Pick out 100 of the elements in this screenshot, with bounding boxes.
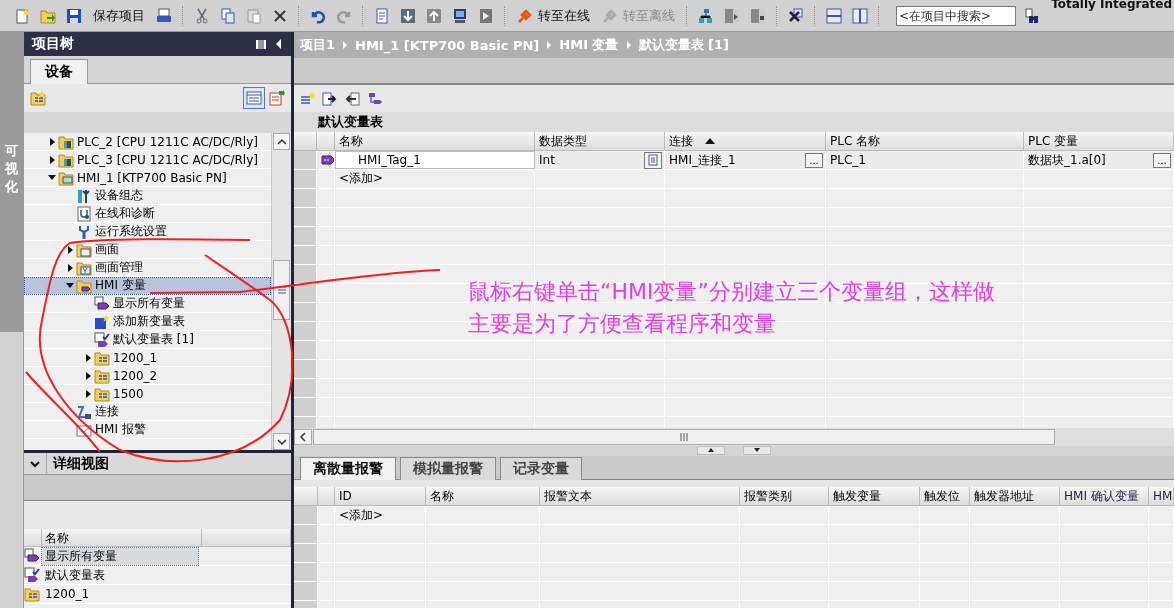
tree-item[interactable]: 运行系统设置 (24, 223, 271, 241)
tag-folder-icon (76, 277, 92, 294)
monitor-icon[interactable] (452, 7, 468, 24)
import-icon[interactable] (344, 90, 360, 107)
column-header[interactable]: 触发位 (924, 487, 960, 505)
upload-icon[interactable] (426, 7, 442, 24)
tree-item-label: PLC_2 [CPU 1211C AC/DC/Rly] (77, 134, 258, 149)
panel-title: 详细视图 (53, 454, 109, 473)
name-field[interactable]: HMI_Tag_1 (335, 151, 535, 169)
panel-play-icon[interactable] (724, 7, 740, 24)
tree-item[interactable]: 在线和诊断 (24, 205, 271, 223)
go-online-button[interactable]: 转至在线 (514, 4, 593, 27)
tree-item[interactable]: 画面 (24, 241, 271, 259)
tree-item[interactable]: 1500 (24, 385, 271, 403)
list-button[interactable] (644, 151, 662, 169)
list-item[interactable]: 1200_1 (42, 585, 93, 603)
panel-stop-icon[interactable] (750, 7, 766, 24)
new-document-icon[interactable] (14, 7, 30, 24)
tab[interactable]: 记录变量 (500, 457, 582, 480)
column-header[interactable]: ID (339, 489, 352, 503)
download-icon[interactable] (400, 7, 416, 24)
tree-item-label: 画面管理 (95, 259, 143, 276)
column-header[interactable]: HM (1153, 489, 1173, 503)
search-field[interactable]: <在项目中搜索> (896, 5, 1016, 26)
tree-item[interactable]: 默认变量表 [1] (24, 331, 271, 349)
simulation-icon[interactable] (478, 7, 494, 24)
tree-item[interactable]: HMI_1 [KTP700 Basic PN] (24, 169, 271, 187)
panel-layout-icon[interactable] (255, 38, 267, 50)
column-header[interactable]: 名称 (430, 487, 454, 505)
scroll-thumb[interactable] (273, 260, 290, 320)
export-icon[interactable] (322, 90, 338, 107)
tree-item[interactable]: PLC_2 [CPU 1211C AC/DC/Rly] (24, 133, 271, 151)
group-folder-icon (24, 586, 40, 602)
browse-button[interactable]: ... (1153, 152, 1171, 168)
tree-item[interactable]: 连接 (24, 403, 271, 421)
list-icon (648, 154, 658, 166)
stethoscope-icon (76, 205, 92, 222)
split-vertical-icon[interactable] (852, 7, 868, 24)
browse-button[interactable]: ... (805, 152, 823, 168)
scroll-left-icon[interactable] (298, 431, 308, 443)
tab[interactable]: 离散量报警 (300, 457, 396, 480)
compile-icon[interactable] (374, 7, 390, 24)
column-header[interactable]: 触发器地址 (974, 487, 1034, 505)
tree-item-label: HMI_1 [KTP700 Basic PN] (77, 170, 227, 185)
column-header[interactable]: PLC 名称 (830, 132, 881, 150)
device-config-icon (76, 187, 92, 204)
save-icon[interactable] (66, 7, 82, 24)
scissors-icon[interactable] (194, 7, 210, 24)
column-header[interactable]: 报警类别 (744, 487, 792, 505)
column-header[interactable]: HMI 确认变量 (1064, 487, 1139, 505)
table-view-button[interactable] (243, 87, 265, 109)
tree-item[interactable]: 设备组态 (24, 187, 271, 205)
table-cell[interactable]: 数据块_1.a[0] (1028, 151, 1147, 169)
list-item[interactable]: 显示所有变量 (42, 547, 198, 565)
table-cell[interactable]: PLC_1 (830, 153, 866, 167)
scroll-thumb[interactable] (313, 429, 1055, 445)
tree-item-label: PLC_3 [CPU 1211C AC/DC/Rly] (77, 152, 258, 167)
add-row-link[interactable]: <添加> (335, 506, 426, 524)
add-row-link[interactable]: <添加> (335, 170, 535, 188)
table-icon (246, 90, 262, 106)
delete-icon[interactable] (272, 7, 288, 24)
printer-icon[interactable] (156, 7, 172, 24)
column-header[interactable]: 报警文本 (544, 487, 592, 505)
tree-item[interactable]: 显示所有变量 (24, 295, 271, 313)
scroll-grip-icon[interactable] (276, 286, 287, 294)
tree-item[interactable]: 1200_2 (24, 367, 271, 385)
copy-icon[interactable] (220, 7, 236, 24)
split-horizontal-icon[interactable] (826, 7, 842, 24)
tree-item[interactable]: HMI 报警 (24, 421, 271, 439)
column-header[interactable]: 名称 (339, 132, 363, 150)
table-cell[interactable]: HMI_连接_1 (669, 151, 799, 169)
add-device-icon[interactable] (30, 90, 46, 106)
scroll-left-button[interactable] (294, 429, 312, 445)
splitter-button[interactable] (743, 446, 771, 455)
tree-item[interactable]: 添加新变量表 (24, 313, 271, 331)
tree-item-label: 默认变量表 [1] (113, 331, 194, 348)
tree-item[interactable]: 画面管理 (24, 259, 271, 277)
network-icon[interactable] (698, 7, 714, 24)
tag-link-icon[interactable] (366, 90, 382, 107)
binoculars-icon[interactable] (1024, 7, 1040, 24)
table-cell[interactable]: Int (539, 153, 638, 167)
column-header[interactable]: PLC 变量 (1028, 132, 1079, 150)
column-header[interactable]: 触发变量 (833, 487, 881, 505)
close-windows-icon[interactable] (788, 7, 804, 24)
tree-item[interactable]: PLC_3 [CPU 1211C AC/DC/Rly] (24, 151, 271, 169)
splitter-button[interactable] (697, 446, 725, 455)
tab[interactable]: 设备 (30, 59, 88, 84)
chevron-down-icon[interactable] (30, 458, 40, 469)
device-folder-icon (58, 133, 74, 150)
column-header[interactable]: 数据类型 (539, 132, 587, 150)
scroll-grip-icon[interactable] (680, 432, 688, 442)
column-header[interactable]: 连接 (669, 132, 693, 150)
tab[interactable]: 模拟量报警 (400, 457, 496, 480)
panel-title: 项目树 (32, 35, 75, 53)
list-item[interactable]: 默认变量表 (42, 566, 108, 584)
add-row-icon[interactable] (300, 90, 316, 107)
annotation-text: 鼠标右键单击“HMI变量”分别建立三个变量组，这样做 主要是为了方便查看程序和变量 (468, 278, 995, 338)
tree-item[interactable]: 1200_1 (24, 349, 271, 367)
save-project-button[interactable]: 保存项目 (90, 4, 148, 27)
tree-item[interactable]: HMI 变量 (24, 277, 271, 295)
